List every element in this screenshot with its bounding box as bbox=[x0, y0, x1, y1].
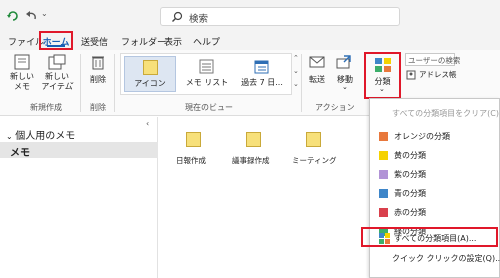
note-icon[interactable] bbox=[306, 132, 321, 147]
new-note-label: 新しい メモ bbox=[10, 72, 34, 91]
menu-item-label: 紫の分類 bbox=[394, 170, 426, 179]
menu-item-label: 青の分類 bbox=[394, 189, 426, 198]
new-items-icon bbox=[48, 54, 66, 70]
menu-item-category[interactable]: 黄の分類 bbox=[370, 146, 499, 164]
menu-item-label: 黄の分類 bbox=[394, 151, 426, 160]
search-placeholder: 検索 bbox=[189, 14, 209, 25]
tab-view[interactable]: 表示 bbox=[164, 35, 182, 48]
color-swatch bbox=[379, 151, 388, 160]
tab-folder[interactable]: フォルダー bbox=[121, 35, 166, 48]
address-book-button[interactable]: アドレス帳 bbox=[406, 69, 466, 81]
move-folder-icon bbox=[336, 55, 351, 69]
search-people-placeholder: ユーザーの検索 bbox=[408, 56, 461, 65]
menu-item-label: すべての分類項目をクリア(C) bbox=[392, 109, 499, 118]
tab-help[interactable]: ヘルプ bbox=[193, 35, 220, 48]
new-items-dropdown-icon: ⌄ bbox=[69, 78, 75, 86]
address-book-icon bbox=[406, 70, 416, 80]
view-note-list-option[interactable]: メモ リスト bbox=[181, 56, 233, 92]
note-label[interactable]: ミーティング bbox=[292, 155, 337, 166]
categorize-button[interactable]: 分類 ⌄ bbox=[364, 52, 401, 99]
menu-item-quick-click[interactable]: クイック クリックの設定(Q)... bbox=[370, 249, 500, 267]
move-button[interactable]: 移動 ⌄ bbox=[332, 52, 358, 94]
group-new-label: 新規作成 bbox=[30, 103, 62, 112]
sticky-note-icon bbox=[143, 60, 158, 75]
undo-icon[interactable] bbox=[24, 9, 38, 23]
view-gallery: アイコン メモ リスト 過去 7 日... bbox=[120, 53, 292, 95]
group-delete-label: 削除 bbox=[90, 103, 106, 112]
group-action-label: アクション bbox=[315, 103, 355, 112]
mail-forward-icon bbox=[309, 56, 325, 68]
search-box[interactable]: 検索 bbox=[160, 7, 400, 26]
note-label[interactable]: 議事録作成 bbox=[232, 155, 270, 166]
menu-item-category[interactable]: オレンジの分類 bbox=[370, 127, 499, 145]
view-note-list-label: メモ リスト bbox=[185, 78, 229, 87]
color-swatch bbox=[379, 189, 388, 198]
color-swatch bbox=[379, 208, 388, 217]
categorize-dropdown-menu: すべての分類項目をクリア(C) オレンジの分類 黄の分類 紫の分類 青の分類 赤… bbox=[369, 98, 500, 278]
calendar-icon bbox=[254, 60, 269, 74]
categorize-dropdown-icon: ⌄ bbox=[379, 85, 385, 93]
tab-send-receive[interactable]: 送受信 bbox=[81, 35, 108, 48]
title-bar: ⌄ 検索 bbox=[0, 0, 500, 31]
address-book-label: アドレス帳 bbox=[419, 70, 457, 79]
personal-notes-label: 個人用のメモ bbox=[15, 131, 76, 142]
quick-access-dropdown-icon[interactable]: ⌄ bbox=[41, 9, 48, 18]
menu-item-label: オレンジの分類 bbox=[394, 132, 450, 141]
search-icon bbox=[172, 11, 183, 22]
tab-home[interactable]: ホーム bbox=[39, 31, 73, 50]
folder-pane: ⌄ 個人用のメモ メモ ‹ bbox=[0, 117, 158, 278]
separator bbox=[301, 54, 302, 112]
group-current-view-label: 現在のビュー bbox=[185, 103, 233, 112]
list-icon bbox=[199, 59, 214, 74]
view-icon-label: アイコン bbox=[134, 79, 166, 88]
folder-memo[interactable]: メモ bbox=[0, 142, 158, 159]
ribbon-tabs: ファイル ホーム 送受信 フォルダー 表示 ヘルプ bbox=[0, 31, 500, 50]
collapse-pane-icon[interactable]: ‹ bbox=[146, 119, 149, 128]
gallery-scroll-icon[interactable]: ⌃ ⌄ ⌄ bbox=[293, 54, 299, 94]
search-people-input[interactable]: ユーザーの検索 bbox=[405, 53, 460, 66]
separator bbox=[80, 54, 81, 112]
delete-button[interactable]: 削除 bbox=[86, 52, 110, 94]
view-last-7-days-label: 過去 7 日... bbox=[241, 78, 283, 87]
chevron-down-icon: ⌄ bbox=[6, 132, 16, 141]
new-items-button[interactable]: 新しい アイテム ⌄ bbox=[41, 52, 75, 98]
color-swatch bbox=[379, 132, 388, 141]
note-label[interactable]: 日報作成 bbox=[176, 155, 206, 166]
separator bbox=[114, 54, 115, 112]
trash-icon bbox=[92, 56, 104, 70]
categorize-icon bbox=[375, 58, 391, 72]
note-icon bbox=[14, 54, 30, 70]
view-icon-option[interactable]: アイコン bbox=[124, 56, 176, 92]
delete-label: 削除 bbox=[90, 75, 106, 84]
active-tab-underline bbox=[47, 45, 65, 47]
move-dropdown-icon: ⌄ bbox=[342, 83, 348, 91]
forward-label: 転送 bbox=[309, 75, 325, 84]
view-last-7-days-option[interactable]: 過去 7 日... bbox=[236, 56, 288, 92]
forward-button[interactable]: 転送 bbox=[305, 52, 329, 94]
menu-item-label: 赤の分類 bbox=[394, 208, 426, 217]
menu-item-category[interactable]: 紫の分類 bbox=[370, 165, 499, 183]
folder-memo-label: メモ bbox=[10, 148, 30, 159]
new-note-button[interactable]: 新しい メモ bbox=[10, 52, 34, 94]
menu-item-category[interactable]: 青の分類 bbox=[370, 184, 499, 202]
note-icon[interactable] bbox=[246, 132, 261, 147]
personal-notes-folder[interactable]: ⌄ 個人用のメモ bbox=[6, 127, 75, 142]
menu-item-label: クイック クリックの設定(Q)... bbox=[392, 254, 500, 263]
send-receive-icon[interactable] bbox=[6, 9, 20, 23]
color-swatch bbox=[379, 170, 388, 179]
note-icon[interactable] bbox=[186, 132, 201, 147]
menu-item-category[interactable]: 赤の分類 bbox=[370, 203, 499, 221]
menu-item-clear-all[interactable]: すべての分類項目をクリア(C) bbox=[370, 104, 499, 122]
highlight-box-all-categories bbox=[361, 227, 498, 247]
